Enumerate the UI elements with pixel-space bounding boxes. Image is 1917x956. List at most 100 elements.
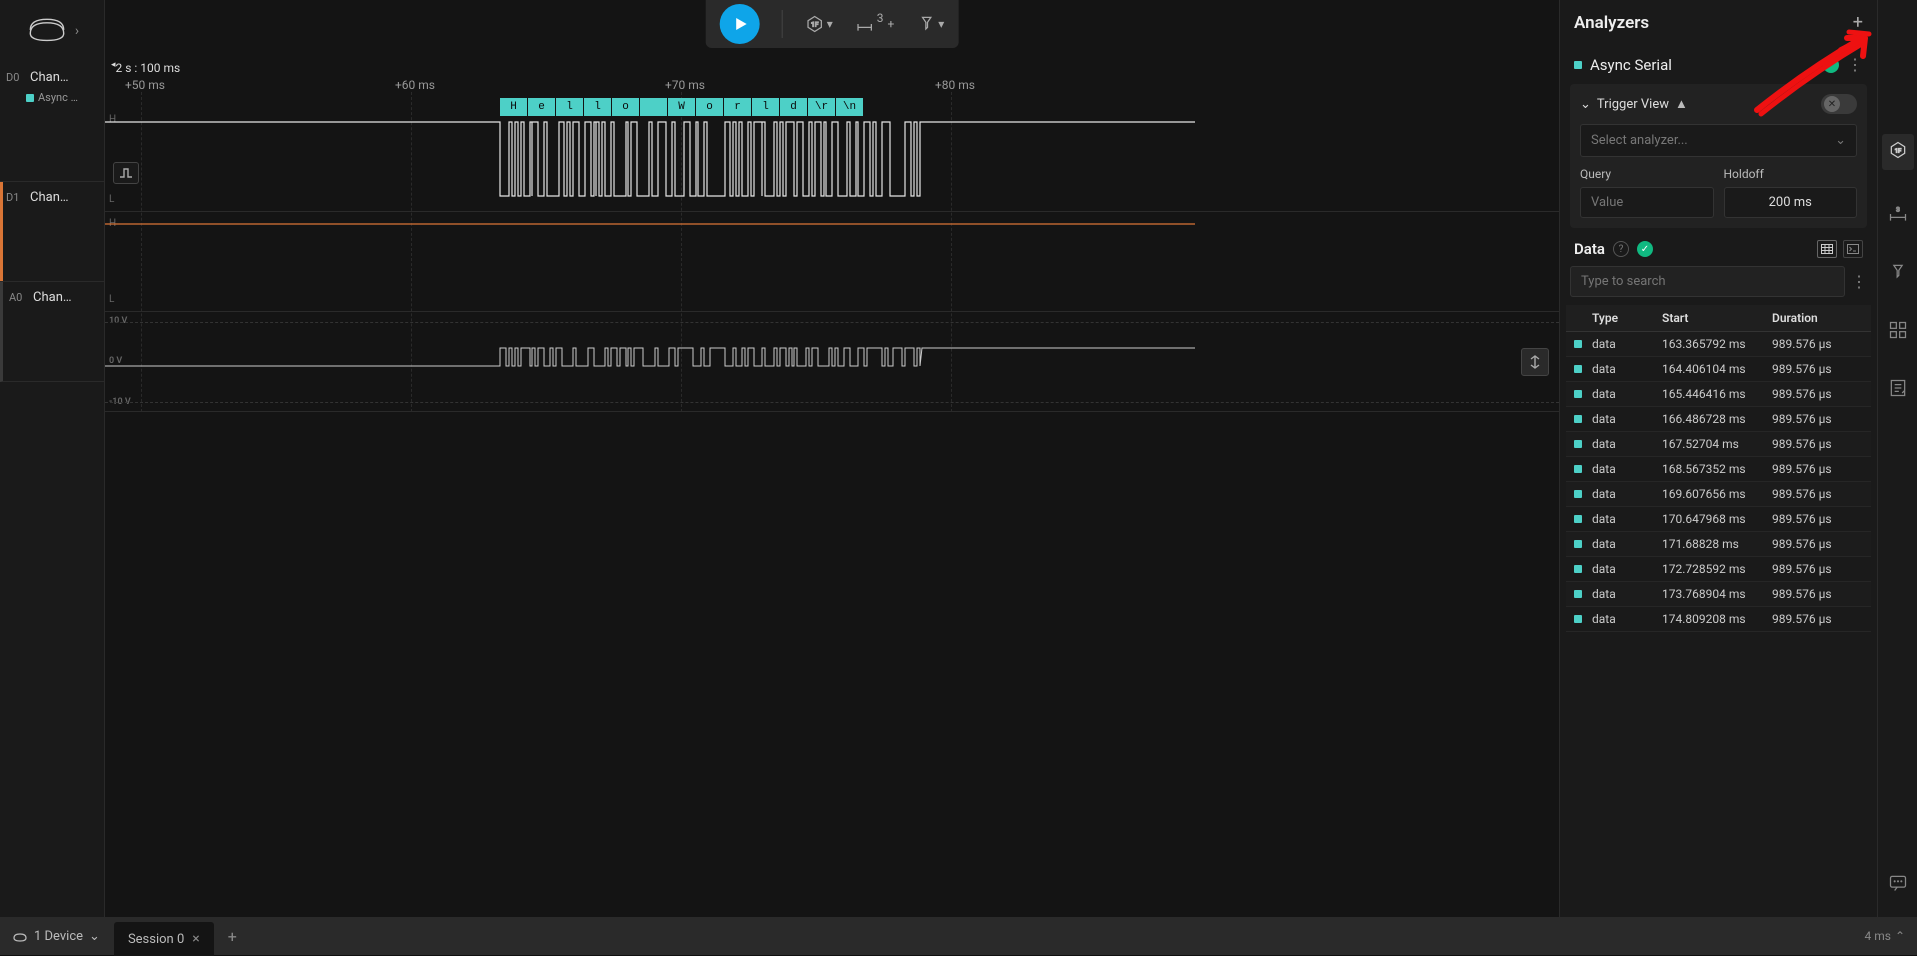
cell-type: data	[1592, 487, 1662, 501]
table-row[interactable]: data 168.567352 ms 989.576 µs	[1566, 457, 1871, 482]
decoded-byte-cell[interactable]: W	[668, 98, 696, 116]
timing-tab-icon[interactable]: 3	[1888, 204, 1908, 228]
trigger-enable-toggle[interactable]	[1821, 94, 1857, 114]
decoded-byte-cell[interactable]: \n	[836, 98, 864, 116]
table-row[interactable]: data 169.607656 ms 989.576 µs	[1566, 482, 1871, 507]
decoded-byte-cell[interactable]: d	[780, 98, 808, 116]
feedback-icon[interactable]	[1888, 873, 1908, 897]
warning-icon: ▲	[1675, 96, 1688, 112]
analyzers-tab-icon[interactable]: 1F	[1882, 134, 1914, 170]
col-type: Type	[1592, 311, 1662, 325]
timing-marker-icon[interactable]: 3 +	[855, 14, 895, 34]
lane-d0: H L HelloWorld\r\n	[105, 92, 1559, 212]
add-analyzer-button[interactable]: +	[1853, 12, 1863, 33]
table-row[interactable]: data 174.809208 ms 989.576 µs	[1566, 607, 1871, 632]
holdoff-input[interactable]: 200 ms	[1724, 187, 1858, 218]
close-session-button[interactable]: ×	[192, 931, 199, 947]
channel-d0[interactable]: D0 Chan… Async …	[0, 62, 104, 182]
grid-line	[105, 322, 1559, 323]
query-input[interactable]	[1580, 187, 1714, 218]
data-search-input[interactable]	[1570, 266, 1845, 297]
cell-start: 171.68828 ms	[1662, 537, 1772, 551]
channel-index: A0	[9, 291, 27, 304]
notes-tab-icon[interactable]	[1888, 378, 1908, 402]
row-color-dot	[1574, 365, 1582, 373]
analyzer-select[interactable]: Select analyzer... ⌄	[1580, 124, 1857, 157]
table-row[interactable]: data 172.728592 ms 989.576 µs	[1566, 557, 1871, 582]
table-row[interactable]: data 164.406104 ms 989.576 µs	[1566, 357, 1871, 382]
row-color-dot	[1574, 415, 1582, 423]
zoom-readout[interactable]: 4 ms ⌃	[1865, 929, 1906, 943]
cell-type: data	[1592, 462, 1662, 476]
decoded-byte-cell[interactable]: \r	[808, 98, 836, 116]
analyzer-menu-button[interactable]: ⋮	[1847, 55, 1863, 74]
data-table[interactable]: Type Start Duration data 163.365792 ms 9…	[1566, 305, 1871, 917]
measurements-tab-icon[interactable]	[1888, 262, 1908, 286]
channel-name: Chan…	[33, 290, 72, 305]
analyzer-item[interactable]: Async Serial ✓ ⋮	[1560, 45, 1877, 84]
data-menu-button[interactable]: ⋮	[1851, 272, 1867, 291]
table-row[interactable]: data 166.486728 ms 989.576 µs	[1566, 407, 1871, 432]
chevron-down-icon: ⌄	[1835, 133, 1846, 148]
terminal-view-button[interactable]	[1843, 240, 1863, 258]
chevron-down-icon[interactable]: ⌄	[1580, 97, 1591, 112]
decoded-byte-cell[interactable]: H	[500, 98, 528, 116]
cell-type: data	[1592, 537, 1662, 551]
cell-start: 173.768904 ms	[1662, 587, 1772, 601]
session-tab[interactable]: Session 0 ×	[114, 922, 214, 956]
measurement-icon[interactable]: ▾	[916, 14, 944, 34]
grid-line	[105, 402, 1559, 403]
row-color-dot	[1574, 540, 1582, 548]
table-row[interactable]: data 170.647968 ms 989.576 µs	[1566, 507, 1871, 532]
left-channel-rail: › D0 Chan… Async … D1 Chan… A0 Chan…	[0, 0, 105, 917]
decoded-byte-cell[interactable]: e	[528, 98, 556, 116]
channel-d1[interactable]: D1 Chan…	[0, 182, 104, 282]
cell-start: 163.365792 ms	[1662, 337, 1772, 351]
timeline-tick: +50 ms	[125, 78, 165, 92]
svg-text:3: 3	[1896, 206, 1900, 214]
chevron-right-icon[interactable]: ›	[75, 23, 79, 39]
table-view-button[interactable]	[1817, 240, 1837, 258]
session-name: Session 0	[128, 932, 184, 947]
decoded-byte-cell[interactable]: o	[612, 98, 640, 116]
toolbar-divider	[782, 10, 783, 38]
table-row[interactable]: data 167.52704 ms 989.576 µs	[1566, 432, 1871, 457]
timeline-position-label: ◂2 s : 100 ms	[111, 60, 180, 75]
row-color-dot	[1574, 440, 1582, 448]
row-color-dot	[1574, 465, 1582, 473]
trigger-view-section: ⌄ Trigger View ▲ Select analyzer... ⌄ Qu…	[1570, 84, 1867, 228]
decoded-byte-cell[interactable]: r	[724, 98, 752, 116]
decoded-byte-cell[interactable]	[640, 98, 668, 116]
help-icon[interactable]: ?	[1613, 241, 1629, 257]
channel-index: D1	[6, 191, 24, 204]
cell-duration: 989.576 µs	[1772, 462, 1862, 476]
svg-text:1F: 1F	[811, 21, 819, 29]
cell-duration: 989.576 µs	[1772, 437, 1862, 451]
cell-start: 167.52704 ms	[1662, 437, 1772, 451]
extensions-tab-icon[interactable]	[1888, 320, 1908, 344]
table-row[interactable]: data 173.768904 ms 989.576 µs	[1566, 582, 1871, 607]
cell-start: 172.728592 ms	[1662, 562, 1772, 576]
row-color-dot	[1574, 340, 1582, 348]
digital-waveform-d1	[105, 222, 1195, 302]
table-row[interactable]: data 171.68828 ms 989.576 µs	[1566, 532, 1871, 557]
channel-a0[interactable]: A0 Chan…	[0, 282, 104, 382]
decoded-byte-cell[interactable]: l	[584, 98, 612, 116]
row-color-dot	[1574, 590, 1582, 598]
start-capture-button[interactable]	[720, 4, 760, 44]
cell-duration: 989.576 µs	[1772, 362, 1862, 376]
cell-duration: 989.576 µs	[1772, 537, 1862, 551]
analyzer-name: Async Serial	[1590, 56, 1815, 74]
timeline-ruler[interactable]: ◂2 s : 100 ms +50 ms+60 ms+70 ms+80 ms	[105, 60, 1559, 92]
waveform-viewport[interactable]: 1F ▾ 3 + ▾ ◂2 s : 100 ms +50 ms+60 ms+70…	[105, 0, 1559, 917]
add-session-button[interactable]: +	[228, 927, 237, 946]
decoded-byte-cell[interactable]: o	[696, 98, 724, 116]
decoded-byte-cell[interactable]: l	[752, 98, 780, 116]
timeline-tick: +60 ms	[395, 78, 435, 92]
table-row[interactable]: data 165.446416 ms 989.576 µs	[1566, 382, 1871, 407]
decoded-byte-cell[interactable]: l	[556, 98, 584, 116]
trigger-settings-icon[interactable]: 1F ▾	[805, 14, 833, 34]
table-row[interactable]: data 163.365792 ms 989.576 µs	[1566, 332, 1871, 357]
device-selector[interactable]: 1 Device ⌄	[12, 929, 100, 944]
vertical-fit-button[interactable]	[1521, 348, 1549, 376]
